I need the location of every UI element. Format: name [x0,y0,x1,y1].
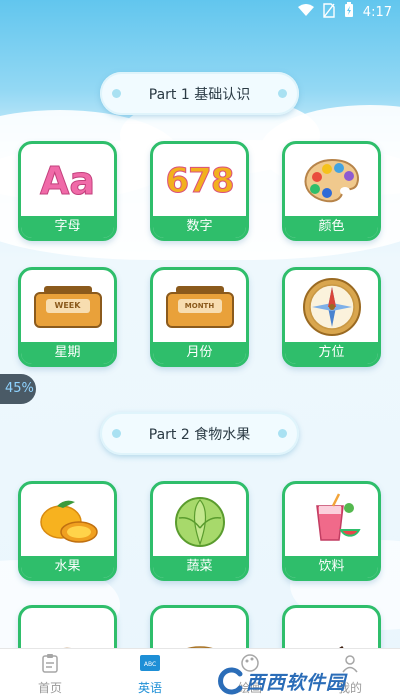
cabbage-art [153,484,246,558]
card-label: 蔬菜 [153,556,246,578]
floating-percent-button[interactable]: 45% [0,374,36,404]
card-label: 字母 [21,216,114,238]
card-letters[interactable]: Aa 字母 [18,141,117,241]
card-weekdays[interactable]: WEEK 星期 [18,267,117,367]
calendar-month-art: MONTH [153,270,246,344]
palette-art [285,144,378,218]
tab-label: 英语 [137,681,162,695]
card-label: 颜色 [285,216,378,238]
mango-art [21,484,114,558]
status-bar: 4:17 [0,0,400,24]
clipboard-icon [41,653,59,676]
status-time: 4:17 [362,4,392,20]
wifi-icon [297,3,314,21]
card-vegetables[interactable]: 蔬菜 [150,481,249,581]
card-numbers[interactable]: 678 数字 [150,141,249,241]
numbers-art: 678 [165,161,235,202]
card-months[interactable]: MONTH 月份 [150,267,249,367]
section-header-part1: Part 1 基础认识 [100,72,299,115]
pill-dot [112,429,121,438]
letters-art: Aa [39,159,96,204]
compass-art [285,270,378,344]
card-label: 月份 [153,342,246,364]
section-title: Part 2 食物水果 [148,426,251,443]
tab-label: 首页 [37,681,62,695]
svg-text:ABC: ABC [144,661,156,668]
watermark-c-icon [218,667,243,695]
card-fruits[interactable]: 水果 [18,481,117,581]
card-label: 数字 [153,216,246,238]
card-label: 方位 [285,342,378,364]
section-header-part2: Part 2 食物水果 [100,412,299,455]
card-label: 星期 [21,342,114,364]
no-sim-icon [323,2,335,22]
card-drinks[interactable]: 饮料 [282,481,381,581]
tab-home[interactable]: 首页 [0,649,100,700]
card-label: 水果 [21,556,114,578]
card-colors[interactable]: 颜色 [282,141,381,241]
drink-art [285,484,378,558]
watermark-logo: 西西软件园 [216,664,396,698]
section-title: Part 1 基础认识 [148,86,251,103]
battery-charging-icon [344,2,354,22]
pill-dot [112,89,121,98]
calendar-week-art: WEEK [21,270,114,344]
card-label: 饮料 [285,556,378,578]
card-directions[interactable]: 方位 [282,267,381,367]
pill-dot [278,429,287,438]
tab-english[interactable]: ABC 英语 [100,649,200,700]
pill-dot [278,89,287,98]
watermark-text: 西西软件园 [246,671,347,694]
abc-book-icon: ABC [139,653,161,676]
